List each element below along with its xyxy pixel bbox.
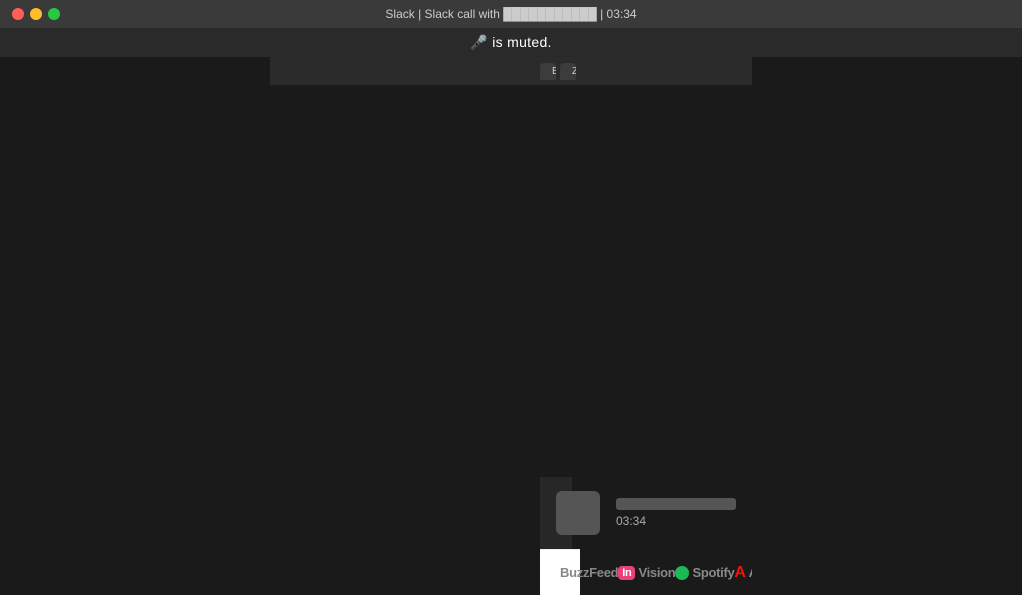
minimize-button[interactable] — [30, 8, 42, 20]
mute-icon: 🎤 — [470, 34, 488, 50]
spotify-icon — [675, 566, 689, 580]
call-overlay: 03:34 🎤 Unmute 📷 Video ••• Options — [540, 477, 572, 549]
brand-invision: InVision — [618, 565, 675, 580]
tab-google-sheets[interactable]: Best screen sharing software (March 2021… — [540, 63, 556, 80]
call-notification-bar: 🎤 is muted. — [0, 28, 1022, 57]
brand-buzzfeed: BuzzFeed — [560, 565, 618, 580]
caller-name — [616, 498, 736, 510]
call-muted-message: is muted. — [492, 34, 552, 50]
window-controls — [12, 8, 60, 20]
tab-zapier[interactable]: Zapier | the easiest way to automate you… — [560, 63, 576, 80]
caller-info: 03:34 — [616, 498, 736, 528]
mac-titlebar: Slack | Slack call with ███████████ | 03… — [0, 0, 1022, 28]
caller-avatar — [556, 491, 600, 535]
tab-label: Best screen sharing software (March 2021… — [552, 66, 556, 77]
close-button[interactable] — [12, 8, 24, 20]
brand-spotify: Spotify — [675, 565, 734, 580]
window-title: Slack | Slack call with ███████████ | 03… — [385, 7, 636, 21]
adobe-icon: A — [734, 564, 745, 582]
brands-bar: BuzzFeed InVision Spotify A Adobe FOX — [540, 549, 580, 595]
browser-tabs: Best screen sharing software (March 2021… — [270, 57, 810, 85]
right-panel — [752, 57, 1022, 595]
caller-time: 03:34 — [616, 514, 736, 528]
left-panel — [0, 57, 270, 595]
invision-in: In — [618, 566, 635, 580]
tab-label: Zapier | the easiest way to automate you… — [572, 66, 576, 77]
maximize-button[interactable] — [48, 8, 60, 20]
